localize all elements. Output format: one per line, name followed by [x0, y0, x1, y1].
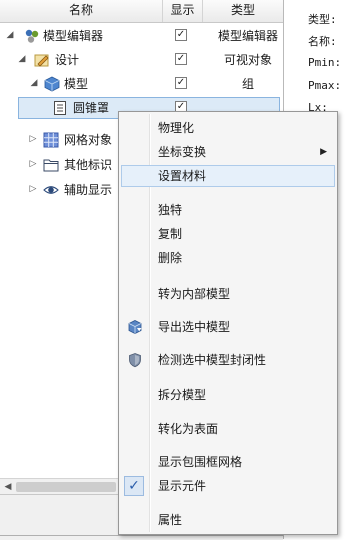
- menu-item-convert-internal-model[interactable]: 转为内部模型: [121, 283, 335, 305]
- menu-item-convert-to-surface[interactable]: 转化为表面: [121, 418, 335, 440]
- menu-item-label: 物理化: [158, 121, 195, 135]
- visible-checkbox[interactable]: ✓: [175, 53, 187, 65]
- menu-item-split-model[interactable]: 拆分模型: [121, 384, 335, 406]
- menu-item-label: 拆分模型: [158, 388, 207, 402]
- export-model-icon: [127, 319, 143, 335]
- menu-item-label: 独特: [158, 203, 183, 217]
- menu-item-copy[interactable]: 复制: [121, 223, 335, 245]
- menu-item-unique[interactable]: 独特: [121, 199, 335, 221]
- prop-type-label: 类型:: [308, 13, 337, 26]
- document-icon: [52, 100, 68, 116]
- type-cell: 模型编辑器: [217, 29, 278, 43]
- menu-item-label: 复制: [158, 227, 183, 241]
- tree-label: 模型: [64, 77, 89, 91]
- context-menu: 物理化 坐标变换 ▶ 设置材料 独特 复制 删除 转为内部模型 导出选中模型 检…: [118, 111, 338, 535]
- menu-item-label: 坐标变换: [158, 145, 207, 159]
- design-pencil-icon: [34, 52, 50, 68]
- type-cell: 可视对象: [223, 53, 272, 67]
- tree-label: 圆锥罩: [73, 101, 110, 115]
- type-cell: 组: [241, 77, 254, 91]
- collapse-arrow-icon[interactable]: ◢: [29, 78, 39, 88]
- menu-item-label: 导出选中模型: [158, 320, 231, 334]
- submenu-arrow-icon: ▶: [320, 147, 327, 157]
- menu-item-delete[interactable]: 删除: [121, 247, 335, 269]
- menu-item-set-material[interactable]: 设置材料: [121, 165, 335, 187]
- prop-pmin-label: Pmin:: [308, 56, 342, 69]
- menu-item-check-closure[interactable]: 检测选中模型封闭性: [121, 349, 335, 371]
- menu-item-show-components[interactable]: ✓ 显示元件: [121, 475, 335, 497]
- menu-item-label: 属性: [158, 513, 183, 527]
- menu-item-show-bounding-box-grid[interactable]: 显示包围框网格: [121, 451, 335, 473]
- menu-item-label: 删除: [158, 251, 183, 265]
- tree-label: 网格对象: [64, 133, 113, 147]
- menu-item-label: 设置材料: [158, 169, 207, 183]
- shield-check-icon: [127, 352, 143, 368]
- checkmark-icon: ✓: [124, 476, 144, 496]
- model-editor-icon: [24, 28, 40, 44]
- collapse-arrow-icon[interactable]: ◢: [17, 54, 27, 64]
- expand-arrow-icon[interactable]: ▷: [28, 159, 38, 169]
- tree-label: 其他标识: [64, 158, 113, 172]
- prop-pmax-label: Pmax:: [308, 79, 342, 92]
- expand-arrow-icon[interactable]: ▷: [28, 134, 38, 144]
- visible-checkbox[interactable]: ✓: [175, 77, 187, 89]
- folder-icon: [43, 157, 59, 173]
- tree-row-design[interactable]: ◢ 设计 ✓ 可视对象: [0, 48, 283, 72]
- eye-icon: [43, 182, 59, 198]
- column-header-name[interactable]: 名称: [0, 0, 163, 22]
- scrollbar-thumb[interactable]: [16, 482, 116, 492]
- tree-row-model-editor[interactable]: ◢ 模型编辑器 ✓ 模型编辑器: [0, 24, 283, 48]
- collapse-arrow-icon[interactable]: ◢: [5, 30, 15, 40]
- tree-label: 模型编辑器: [43, 29, 104, 43]
- column-header-visible[interactable]: 显示: [163, 0, 203, 22]
- model-cube-icon: [44, 76, 60, 92]
- tree-header: 名称 显示 类型: [0, 0, 283, 23]
- tree-row-model[interactable]: ◢ 模型 ✓ 组: [0, 72, 283, 96]
- scroll-left-arrow-icon[interactable]: ◀: [2, 479, 14, 495]
- grid-icon: [43, 132, 59, 148]
- tree-label: 设计: [55, 53, 80, 67]
- menu-item-export-selected-model[interactable]: 导出选中模型: [121, 316, 335, 338]
- expand-arrow-icon[interactable]: ▷: [28, 184, 38, 194]
- prop-name-label: 名称:: [308, 35, 337, 48]
- menu-item-properties[interactable]: 属性: [121, 509, 335, 531]
- menu-item-label: 显示包围框网格: [158, 455, 243, 469]
- tree-label: 辅助显示: [64, 183, 113, 197]
- menu-item-label: 显示元件: [158, 479, 207, 493]
- menu-item-physicalize[interactable]: 物理化: [121, 117, 335, 139]
- menu-item-coordinate-transform[interactable]: 坐标变换 ▶: [121, 141, 335, 163]
- visible-checkbox[interactable]: ✓: [175, 29, 187, 41]
- column-header-type[interactable]: 类型: [203, 0, 283, 22]
- menu-item-label: 检测选中模型封闭性: [158, 353, 267, 367]
- divider: [0, 535, 283, 536]
- menu-item-label: 转化为表面: [158, 422, 219, 436]
- menu-item-label: 转为内部模型: [158, 287, 231, 301]
